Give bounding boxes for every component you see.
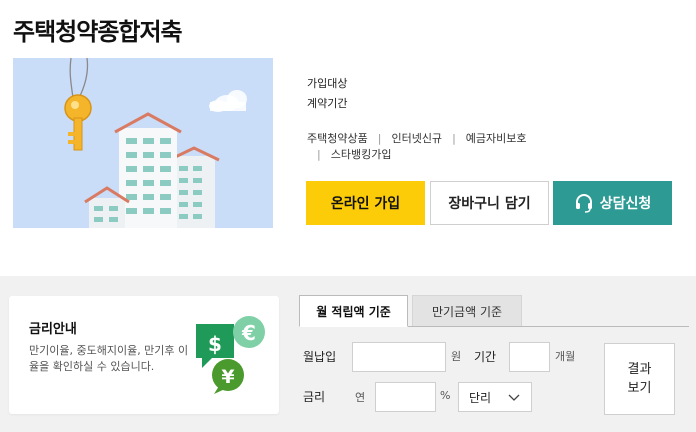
tag-separator: | xyxy=(317,148,321,161)
svg-text:$: $ xyxy=(208,332,222,356)
period-label: 기간 xyxy=(474,350,497,364)
interest-rate-label: 금리 xyxy=(303,390,326,404)
tab-maturity-amount[interactable]: 만기금액 기준 xyxy=(412,295,522,327)
chevron-down-icon xyxy=(507,391,521,408)
currency-coins-icon: $ € ¥ xyxy=(192,314,272,398)
tag-housing-subscription[interactable]: 주택청약상품 xyxy=(307,132,368,145)
rate-info-description: 만기이율, 중도해지이율, 만기후 이율을 확인하실 수 있습니다. xyxy=(29,344,189,373)
period-months-input[interactable] xyxy=(509,342,550,372)
monthly-payment-label: 월납입 xyxy=(303,350,337,364)
page-title: 주택청약종합저축 xyxy=(13,18,183,46)
months-unit-label: 개월 xyxy=(555,350,576,363)
product-banner-image xyxy=(13,58,273,228)
add-to-cart-button[interactable]: 장바구니 담기 xyxy=(430,181,549,225)
online-join-button[interactable]: 온라인 가입 xyxy=(306,181,425,225)
tab-monthly-deposit[interactable]: 월 적립액 기준 xyxy=(299,295,408,327)
eligibility-label: 가입대상 xyxy=(307,77,348,90)
tag-separator: | xyxy=(377,132,382,145)
annual-prefix-label: 연 xyxy=(355,391,366,404)
interest-type-value: 단리 xyxy=(469,390,492,405)
tag-not-deposit-protected[interactable]: 예금자비보호 xyxy=(466,132,527,145)
percent-unit-label: % xyxy=(440,389,451,402)
rate-info-card[interactable]: 금리안내 만기이율, 중도해지이율, 만기후 이율을 확인하실 수 있습니다. … xyxy=(9,296,279,414)
interest-type-select[interactable]: 단리 xyxy=(458,382,532,412)
monthly-payment-input[interactable] xyxy=(352,342,446,372)
product-tags: 주택청약상품 | 인터넷신규 | 예금자비보호 | 스타뱅킹가입 xyxy=(307,131,607,163)
view-result-button[interactable]: 결과 보기 xyxy=(604,343,675,415)
rate-calculator-section: 금리안내 만기이율, 중도해지이율, 만기후 이율을 확인하실 수 있습니다. … xyxy=(0,276,696,432)
tag-star-banking[interactable]: 스타뱅킹가입 xyxy=(331,148,392,161)
consultation-button[interactable]: 상담신청 xyxy=(553,181,672,225)
tag-separator: | xyxy=(452,132,456,145)
headset-icon xyxy=(574,193,594,213)
svg-text:€: € xyxy=(241,321,256,345)
won-unit-label: 원 xyxy=(451,350,462,363)
rate-info-title: 금리안내 xyxy=(29,322,77,337)
contract-period-label: 계약기간 xyxy=(307,97,348,110)
svg-text:¥: ¥ xyxy=(221,366,234,388)
tag-internet-new[interactable]: 인터넷신규 xyxy=(391,132,442,145)
interest-rate-input[interactable] xyxy=(375,382,436,412)
consultation-label: 상담신청 xyxy=(599,196,652,212)
product-page: 주택청약종합저축 가입대상 계약기간 주택청약상품 | 인터넷신규 | 예금자비… xyxy=(0,0,696,432)
